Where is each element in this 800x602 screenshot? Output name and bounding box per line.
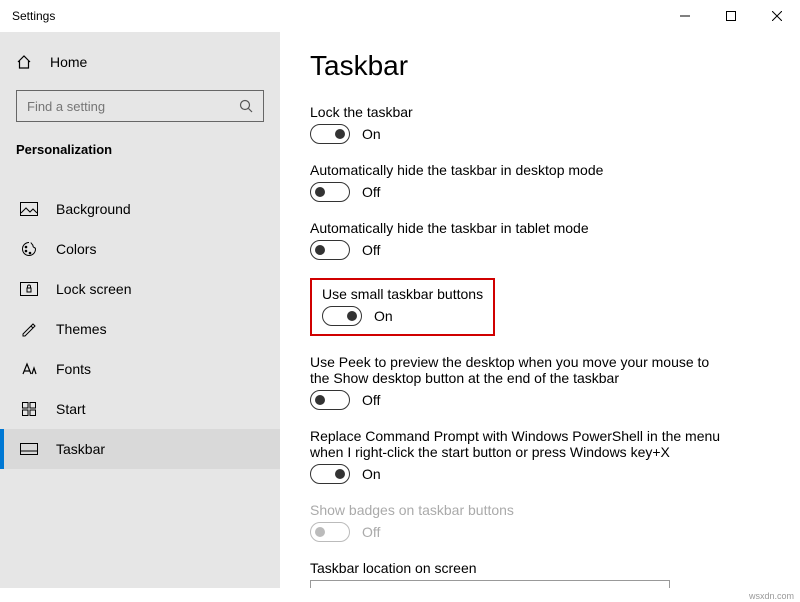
- toggle-state: Off: [362, 392, 380, 408]
- search-box[interactable]: [16, 90, 264, 122]
- toggle-state: Off: [362, 524, 380, 540]
- toggle-state: On: [362, 466, 381, 482]
- nav-label: Start: [56, 401, 86, 417]
- page-heading: Taskbar: [310, 50, 770, 82]
- setting-label: Use small taskbar buttons: [322, 286, 483, 302]
- main-panel: Taskbar Lock the taskbar On Automaticall…: [280, 32, 800, 588]
- category-heading: Personalization: [0, 136, 280, 171]
- sidebar: Home Personalization Background Colors: [0, 32, 280, 588]
- nav-lock-screen[interactable]: Lock screen: [0, 269, 280, 309]
- watermark: wsxdn.com: [749, 591, 794, 601]
- nav-background[interactable]: Background: [0, 189, 280, 229]
- search-input[interactable]: [27, 99, 227, 114]
- background-icon: [20, 200, 38, 218]
- toggle-peek[interactable]: [310, 390, 350, 410]
- toggle-state: Off: [362, 184, 380, 200]
- nav-fonts[interactable]: Fonts: [0, 349, 280, 389]
- setting-label: Taskbar location on screen: [310, 560, 730, 576]
- nav-label: Colors: [56, 241, 96, 257]
- minimize-button[interactable]: [662, 0, 708, 32]
- nav-start[interactable]: Start: [0, 389, 280, 429]
- setting-lock-taskbar: Lock the taskbar On: [310, 104, 770, 144]
- colors-icon: [20, 240, 38, 258]
- toggle-powershell[interactable]: [310, 464, 350, 484]
- nav-label: Themes: [56, 321, 107, 337]
- taskbar-icon: [20, 440, 38, 458]
- fonts-icon: [20, 360, 38, 378]
- nav-label: Fonts: [56, 361, 91, 377]
- setting-label: Lock the taskbar: [310, 104, 730, 120]
- setting-taskbar-location: Taskbar location on screen Bottom: [310, 560, 770, 588]
- home-label: Home: [50, 54, 87, 70]
- setting-peek: Use Peek to preview the desktop when you…: [310, 354, 770, 410]
- setting-label: Automatically hide the taskbar in deskto…: [310, 162, 730, 178]
- home-icon: [16, 54, 32, 70]
- start-icon: [20, 400, 38, 418]
- toggle-state: On: [374, 308, 393, 324]
- highlight-annotation: Use small taskbar buttons On: [310, 278, 495, 336]
- setting-powershell: Replace Command Prompt with Windows Powe…: [310, 428, 770, 484]
- nav-list: Background Colors Lock screen Themes: [0, 189, 280, 469]
- setting-badges: Show badges on taskbar buttons Off: [310, 502, 770, 542]
- toggle-autohide-tablet[interactable]: [310, 240, 350, 260]
- setting-label: Use Peek to preview the desktop when you…: [310, 354, 730, 386]
- toggle-small-buttons[interactable]: [322, 306, 362, 326]
- window-controls: [662, 0, 800, 32]
- toggle-state: Off: [362, 242, 380, 258]
- toggle-badges: [310, 522, 350, 542]
- maximize-button[interactable]: [708, 0, 754, 32]
- search-icon: [239, 99, 253, 113]
- setting-small-buttons: Use small taskbar buttons On: [322, 286, 483, 326]
- lock-screen-icon: [20, 280, 38, 298]
- window-title: Settings: [12, 9, 55, 23]
- close-button[interactable]: [754, 0, 800, 32]
- nav-themes[interactable]: Themes: [0, 309, 280, 349]
- home-nav[interactable]: Home: [0, 44, 280, 80]
- nav-label: Taskbar: [56, 441, 105, 457]
- nav-label: Background: [56, 201, 131, 217]
- nav-label: Lock screen: [56, 281, 131, 297]
- nav-taskbar[interactable]: Taskbar: [0, 429, 280, 469]
- toggle-lock-taskbar[interactable]: [310, 124, 350, 144]
- setting-label: Replace Command Prompt with Windows Powe…: [310, 428, 730, 460]
- themes-icon: [20, 320, 38, 338]
- setting-label: Automatically hide the taskbar in tablet…: [310, 220, 730, 236]
- setting-autohide-desktop: Automatically hide the taskbar in deskto…: [310, 162, 770, 202]
- setting-autohide-tablet: Automatically hide the taskbar in tablet…: [310, 220, 770, 260]
- toggle-autohide-desktop[interactable]: [310, 182, 350, 202]
- dropdown-taskbar-location[interactable]: Bottom: [310, 580, 670, 588]
- toggle-state: On: [362, 126, 381, 142]
- titlebar: Settings: [0, 0, 800, 32]
- nav-colors[interactable]: Colors: [0, 229, 280, 269]
- setting-label: Show badges on taskbar buttons: [310, 502, 730, 518]
